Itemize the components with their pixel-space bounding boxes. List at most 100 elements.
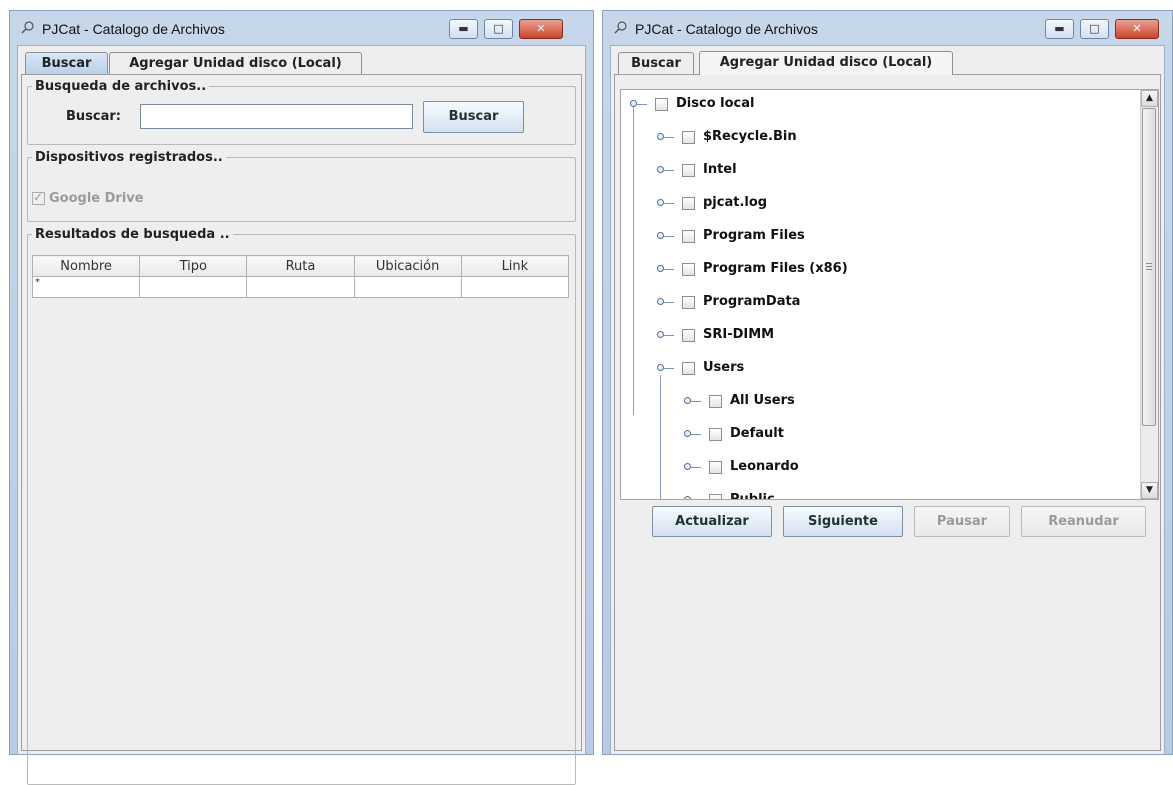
tree-connector [637, 104, 647, 105]
directory-tree[interactable]: Disco local $Recycle.Bin Intel pjcat.log… [620, 89, 1159, 500]
tree-node-checkbox[interactable] [682, 230, 695, 243]
table-cell[interactable] [353, 276, 462, 298]
tree-node[interactable]: $Recycle.Bin [621, 128, 921, 148]
google-drive-label: Google Drive [49, 191, 144, 206]
window-content: Buscar Agregar Unidad disco (Local) Busq… [17, 45, 586, 785]
column-header[interactable]: Nombre [31, 255, 141, 277]
collapsed-handle-icon[interactable] [657, 133, 664, 140]
tree-node-checkbox[interactable] [682, 263, 695, 276]
close-button[interactable]: ✕ [519, 19, 563, 39]
search-input[interactable] [140, 104, 413, 129]
tab-agregar-unidad[interactable]: Agregar Unidad disco (Local) [699, 51, 953, 75]
tree-node-checkbox[interactable] [709, 494, 722, 499]
tree-node[interactable]: All Users [621, 392, 921, 412]
tree-node-label[interactable]: Public [730, 492, 775, 499]
column-header[interactable]: Ubicación [353, 255, 462, 277]
table-cell[interactable] [246, 276, 355, 298]
tree-node-label[interactable]: ProgramData [703, 294, 800, 309]
collapsed-handle-icon[interactable] [684, 496, 691, 499]
tree-node-label[interactable]: Leonardo [730, 459, 799, 474]
tree-node-checkbox[interactable] [655, 98, 668, 111]
tree-node[interactable]: Default [621, 425, 921, 445]
tab-agregar-unidad[interactable]: Agregar Unidad disco (Local) [109, 52, 362, 74]
maximize-icon: □ [493, 22, 504, 35]
collapsed-handle-icon[interactable] [657, 298, 664, 305]
maximize-button[interactable]: □ [484, 19, 513, 39]
tree-node-label[interactable]: Default [730, 426, 784, 441]
tree-node-label[interactable]: pjcat.log [703, 195, 767, 210]
collapsed-handle-icon[interactable] [684, 430, 691, 437]
collapsed-handle-icon[interactable] [657, 331, 664, 338]
new-row-marker[interactable]: * [31, 276, 141, 298]
tree-node-checkbox[interactable] [682, 296, 695, 309]
results-table[interactable]: Nombre Tipo Ruta Ubicación Link * [31, 255, 570, 298]
collapsed-handle-icon[interactable] [684, 397, 691, 404]
expanded-handle-icon[interactable] [657, 364, 664, 371]
tree-node-label[interactable]: SRI-DIMM [703, 327, 774, 342]
search-button[interactable]: Buscar [423, 101, 524, 133]
tree-node-root[interactable]: Disco local [621, 95, 921, 115]
tree-node-checkbox[interactable] [709, 395, 722, 408]
table-cell[interactable] [460, 276, 570, 298]
column-header[interactable]: Link [460, 255, 570, 277]
grip-line [1146, 269, 1152, 270]
tree-node-label[interactable]: All Users [730, 393, 795, 408]
google-drive-checkbox[interactable] [32, 190, 45, 205]
table-row[interactable]: * [31, 276, 570, 298]
tree-node-label[interactable]: Program Files [703, 228, 805, 243]
tree-node-label[interactable]: Disco local [676, 96, 754, 111]
tree-node[interactable]: Public [621, 491, 921, 499]
magnifier-icon [614, 21, 627, 34]
tab-buscar[interactable]: Buscar [618, 52, 694, 74]
maximize-icon: □ [1089, 22, 1100, 35]
tree-node[interactable]: pjcat.log [621, 194, 921, 214]
tree-node-checkbox[interactable] [709, 461, 722, 474]
scroll-down-arrow-icon[interactable]: ▼ [1141, 482, 1158, 499]
tree-node-label[interactable]: Program Files (x86) [703, 261, 848, 276]
tab-buscar[interactable]: Buscar [25, 52, 108, 74]
collapsed-handle-icon[interactable] [684, 463, 691, 470]
tree-node-checkbox[interactable] [682, 362, 695, 375]
next-button[interactable]: Siguiente [783, 506, 903, 537]
tree-node-label[interactable]: Users [703, 360, 744, 375]
tree-node[interactable]: Leonardo [621, 458, 921, 478]
column-header[interactable]: Tipo [139, 255, 248, 277]
column-header[interactable]: Ruta [246, 255, 355, 277]
title-bar[interactable]: PJCat - Catalogo de Archivos ▬ □ ✕ [10, 11, 593, 44]
expanded-handle-icon[interactable] [630, 100, 637, 107]
tree-node-label[interactable]: Intel [703, 162, 737, 177]
tree-node[interactable]: Program Files (x86) [621, 260, 921, 280]
close-button[interactable]: ✕ [1115, 19, 1159, 39]
resume-button[interactable]: Reanudar [1021, 506, 1146, 537]
maximize-button[interactable]: □ [1080, 19, 1109, 39]
tree-node-users[interactable]: Users [621, 359, 921, 379]
tree-node-checkbox[interactable] [682, 164, 695, 177]
minimize-icon: ▬ [458, 22, 469, 35]
tree-node[interactable]: Program Files [621, 227, 921, 247]
results-group: Resultados de busqueda .. [27, 227, 576, 785]
tree-node[interactable]: ProgramData [621, 293, 921, 313]
scroll-up-arrow-icon[interactable]: ▲ [1141, 90, 1158, 107]
window-content: Buscar Agregar Unidad disco (Local) Disc… [610, 45, 1165, 754]
collapsed-handle-icon[interactable] [657, 232, 664, 239]
close-icon: ✕ [1132, 22, 1142, 35]
tree-node-checkbox[interactable] [682, 197, 695, 210]
collapsed-handle-icon[interactable] [657, 199, 664, 206]
scrollbar-thumb[interactable] [1142, 108, 1156, 426]
refresh-button[interactable]: Actualizar [652, 506, 772, 537]
tree-node-label[interactable]: $Recycle.Bin [703, 129, 797, 144]
tree-node[interactable]: SRI-DIMM [621, 326, 921, 346]
tree-node-checkbox[interactable] [709, 428, 722, 441]
collapsed-handle-icon[interactable] [657, 166, 664, 173]
pause-button[interactable]: Pausar [914, 506, 1010, 537]
collapsed-handle-icon[interactable] [657, 265, 664, 272]
tree-scrollbar[interactable]: ▲ ▼ [1140, 90, 1158, 499]
title-bar[interactable]: PJCat - Catalogo de Archivos ▬ □ ✕ [603, 11, 1172, 44]
tree-node-checkbox[interactable] [682, 131, 695, 144]
tree-node-checkbox[interactable] [682, 329, 695, 342]
table-cell[interactable] [139, 276, 248, 298]
minimize-button[interactable]: ▬ [1045, 19, 1074, 39]
minimize-button[interactable]: ▬ [449, 19, 478, 39]
tree-node[interactable]: Intel [621, 161, 921, 181]
window-title: PJCat - Catalogo de Archivos [42, 21, 225, 37]
